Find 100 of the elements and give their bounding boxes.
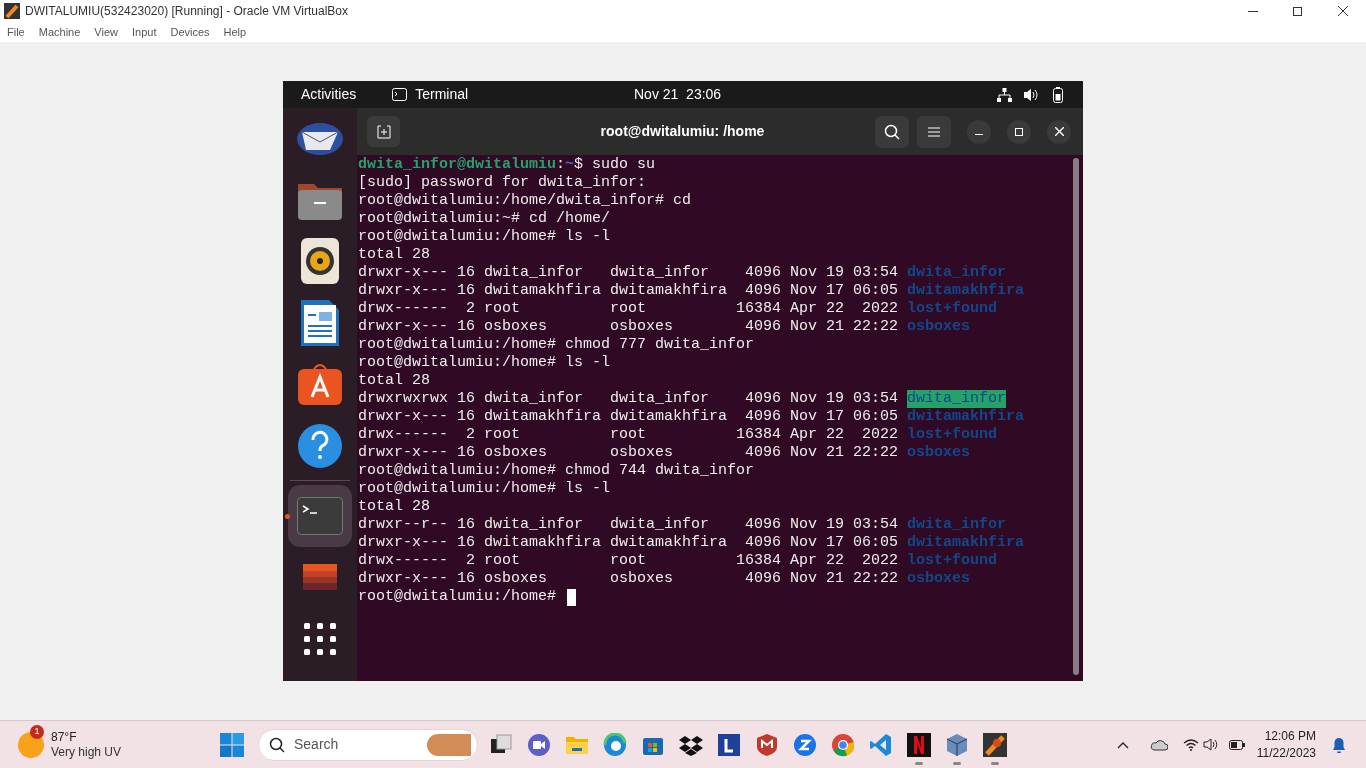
terminal-text: drwxr-x--- 16 osboxes osboxes 4096 Nov 21 22:22 (358, 570, 900, 588)
wifi-icon[interactable] (1182, 738, 1199, 751)
directory-name: dwitamakhfira (907, 408, 1025, 426)
directory-name: lost+found (907, 552, 998, 570)
search-button[interactable] (875, 115, 909, 148)
terminal-text: drwxr-x--- 16 dwitamakhfira dwitamakhfira 4096 Nov 17 06:05 (358, 282, 900, 300)
start-icon[interactable] (220, 732, 244, 757)
mail-icon[interactable] (296, 121, 344, 156)
menu-item[interactable]: Help (218, 23, 252, 41)
search-icon (269, 736, 285, 753)
scrollbar[interactable] (1073, 158, 1079, 675)
directory-name: lost+found (907, 426, 998, 444)
letter-n-icon[interactable] (907, 732, 931, 757)
notification-badge: 1 (30, 724, 44, 739)
code-editor-icon[interactable] (869, 732, 893, 757)
clock[interactable]: Nov 21 23:06 (634, 84, 722, 105)
edge-icon[interactable] (603, 732, 627, 757)
terminal-text: root@dwitalumiu:~# cd /home/ (358, 210, 611, 228)
terminal-text: total 28 (358, 246, 430, 264)
terminal-text: drwxr--r-- 16 dwita_infor dwita_infor 4096 Nov 19 03:54 (358, 516, 900, 534)
directory-name: dwita_infor (907, 516, 1007, 534)
menu-item[interactable]: Devices (165, 23, 215, 41)
terminal-text: drwxrwxrwx 16 dwita_infor dwita_infor 4096 Nov 19 03:54 (358, 390, 900, 408)
terminal-text: root@dwitalumiu:/home# ls -l (358, 228, 611, 246)
question-mark-icon[interactable] (297, 422, 343, 469)
cloud-icon[interactable] (1149, 738, 1168, 751)
stripes-icon[interactable] (303, 564, 337, 591)
letter-z-icon[interactable] (793, 732, 817, 757)
menu-icon (928, 126, 940, 137)
cube-icon[interactable] (945, 732, 969, 757)
close-button[interactable] (1047, 119, 1071, 144)
directory-name: osboxes (907, 318, 971, 336)
terminal-text: [sudo] password for dwita_infor: (358, 174, 647, 192)
terminal-text: $ sudo su (574, 156, 656, 174)
terminal-text: drwxr-x--- 16 dwita_infor dwita_infor 4096 Nov 19 03:54 (358, 264, 900, 282)
clock[interactable]: 12:06 PM 11/22/2023 (1256, 727, 1316, 762)
chrome-icon[interactable] (831, 732, 855, 757)
speaker-icon[interactable] (301, 238, 339, 285)
volume-icon[interactable] (1202, 738, 1218, 751)
directory-name: dwita_infor (907, 264, 1007, 282)
close-icon (1054, 127, 1064, 136)
terminal-text: root@dwitalumiu:/home# chmod 744 dwita_infor (358, 462, 755, 480)
terminal-text: drwxr-x--- 16 osboxes osboxes 4096 Nov 21 22:22 (358, 444, 900, 462)
terminal-icon[interactable] (297, 497, 343, 535)
chevron-up-icon[interactable] (1116, 740, 1129, 749)
app-menu[interactable]: Terminal (415, 84, 469, 105)
menu-item[interactable]: Input (126, 23, 162, 41)
app-logo-icon (4, 3, 20, 19)
terminal-text: drwx------ 2 root root 16384 Apr 22 2022 (358, 426, 900, 444)
weather-condition: Very high UV (51, 744, 122, 760)
terminal-text: total 28 (358, 372, 430, 390)
search-bar[interactable]: Search (258, 728, 478, 761)
terminal-text: drwx------ 2 root root 16384 Apr 22 2022 (358, 552, 900, 570)
terminal-text: total 28 (358, 498, 430, 516)
terminal-text: root@dwitalumiu:/home/dwita_infor# cd (358, 192, 692, 210)
grid-icon[interactable] (304, 622, 336, 655)
shopping-bag-icon[interactable] (298, 363, 342, 406)
search-icon (884, 123, 900, 140)
close-icon[interactable] (1338, 6, 1348, 16)
menu-item[interactable]: File (2, 23, 30, 41)
window-title: DWITALUMIU(532423020) [Running] - Oracle VM VirtualBox (25, 3, 348, 20)
video-camera-icon[interactable] (527, 732, 551, 757)
letter-tile-icon[interactable] (717, 732, 741, 757)
date: 11/22/2023 (1256, 744, 1316, 762)
bell-icon[interactable] (1332, 736, 1346, 753)
prompt-user: dwita_infor@dwitalumiu (358, 156, 557, 174)
new-tab-button[interactable] (367, 116, 400, 147)
text-cursor (567, 589, 577, 606)
network-icon[interactable] (997, 87, 1012, 102)
terminal-text: drwxr-x--- 16 osboxes osboxes 4096 Nov 21 22:22 (358, 318, 900, 336)
terminal-title: root@dwitalumiu: /home (600, 122, 765, 141)
terminal-icon (392, 88, 408, 101)
volume-icon[interactable] (1024, 87, 1039, 102)
battery-icon[interactable] (1053, 86, 1063, 103)
temperature: 87°F (51, 729, 78, 745)
search-field[interactable]: Search (294, 734, 414, 755)
terminal-text: drwxr-x--- 16 dwitamakhfira dwitamakhfira 4096 Nov 17 06:05 (358, 534, 900, 552)
directory-name: osboxes (907, 570, 971, 588)
terminal-text: root@dwitalumiu:/home# chmod 777 dwita_infor (358, 336, 755, 354)
menu-button[interactable] (917, 115, 951, 148)
shield-icon[interactable] (755, 732, 779, 757)
new-tab-icon (376, 124, 391, 139)
directory-name: osboxes (907, 444, 971, 462)
activities-button[interactable]: Activities (301, 84, 357, 105)
time: 12:06 PM (1264, 727, 1316, 745)
terminal-text: : (556, 156, 566, 174)
menu-item[interactable]: View (89, 23, 123, 41)
virtualbox-icon[interactable] (983, 732, 1007, 757)
directory-name: lost+found (907, 300, 998, 318)
terminal-text: drwx------ 2 root root 16384 Apr 22 2022 (358, 300, 900, 318)
directory-name: dwita_infor (907, 390, 1007, 408)
document-icon[interactable] (301, 299, 339, 346)
prompt-path: ~ (565, 156, 575, 174)
terminal-text: root@dwitalumiu:/home# (358, 588, 558, 606)
terminal-text: root@dwitalumiu:/home# ls -l (358, 480, 611, 498)
menu-item[interactable]: Machine (33, 23, 86, 41)
restore-button[interactable] (1007, 119, 1031, 144)
battery-icon[interactable] (1228, 739, 1245, 750)
directory-name: dwitamakhfira (907, 282, 1025, 300)
directory-name: dwitamakhfira (907, 534, 1025, 552)
